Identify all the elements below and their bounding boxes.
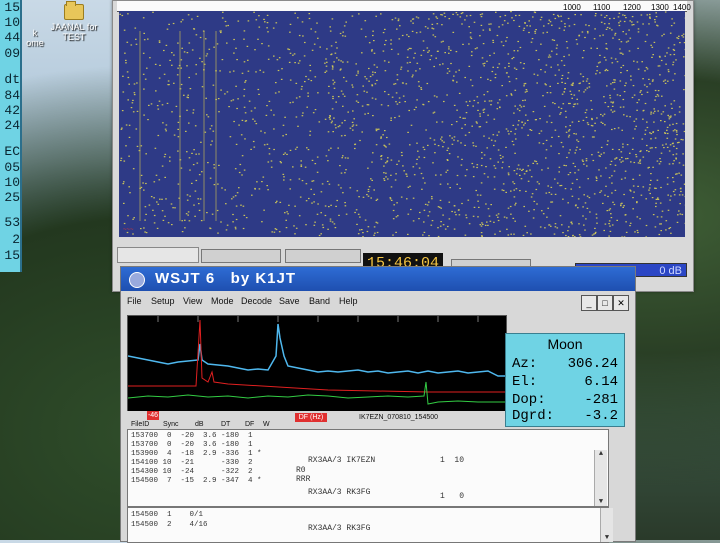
- left-window-value: 05: [0, 160, 20, 175]
- maximize-button[interactable]: □: [597, 295, 613, 311]
- menu-file[interactable]: File: [127, 296, 142, 306]
- desktop-icon-folder[interactable]: JAANAL for TEST: [50, 4, 98, 42]
- menu-help[interactable]: Help: [339, 296, 358, 306]
- moon-key: El:: [512, 374, 537, 390]
- decode-row-message: RRR: [296, 475, 310, 484]
- title-bar[interactable]: WSJT 6 by K1JT: [121, 267, 635, 291]
- close-button[interactable]: ✕: [613, 295, 629, 311]
- brightness-slider[interactable]: [201, 249, 281, 263]
- decoded-text-panel[interactable]: 153700 0 -20 3.6 -180 1 153700 0 -20 3.6…: [127, 429, 609, 507]
- menu-bar: File Setup View Mode Decode Save Band He…: [121, 293, 635, 311]
- moon-value: 6.14: [584, 374, 618, 390]
- col-db: dB: [195, 421, 204, 428]
- spectrum-red-trace: [128, 320, 506, 392]
- spectrum-blue-trace: [128, 324, 506, 376]
- app-icon: [129, 272, 145, 288]
- left-partial-window: 15104409dt844224EC05102553215: [0, 0, 22, 272]
- desktop-icon-label-line: TEST: [50, 32, 98, 42]
- moon-title: Moon: [506, 336, 624, 352]
- desktop-icon-home[interactable]: k ome: [20, 6, 50, 48]
- wsjt-main-window: WSJT 6 by K1JT File Setup View Mode Deco…: [120, 266, 636, 542]
- contrast-slider[interactable]: [285, 249, 361, 263]
- decode-scrollbar[interactable]: ▲ ▼: [594, 450, 607, 506]
- decode-row-message: RX3AA/3 IK7EZN: [308, 456, 375, 465]
- menu-decode[interactable]: Decode: [241, 296, 272, 306]
- left-window-value: 10: [0, 175, 20, 190]
- menu-setup[interactable]: Setup: [151, 296, 175, 306]
- moon-panel: Moon Az: 306.24 El: 6.14 Dop: -281 Dgrd:…: [505, 333, 625, 427]
- scroll-down-icon[interactable]: ▼: [601, 534, 613, 542]
- folder-icon: [64, 4, 84, 20]
- waterfall-display[interactable]: [119, 11, 685, 237]
- waterfall-marker: ~~~: [123, 227, 134, 233]
- desktop-icon-label: k ome: [20, 28, 50, 48]
- avg-row-message: RX3AA/3 RK3FG: [308, 524, 370, 533]
- spectrum-green-trace: [128, 382, 506, 404]
- col-sync: Sync: [163, 421, 179, 428]
- col-fileid: FileID: [131, 421, 149, 428]
- spectrum-offset-label: -46: [147, 411, 159, 420]
- scroll-down-icon[interactable]: ▼: [595, 498, 607, 506]
- average-scrollbar[interactable]: ▼: [600, 508, 613, 542]
- waterfall-noise: [119, 11, 685, 237]
- desktop-icon-label-line: JAANAL for: [50, 22, 98, 32]
- spectrum-plot: [128, 316, 506, 412]
- avg-row-text: 154500 1 0/1: [131, 511, 203, 520]
- decode-row-message: RX3AA/3 RK3FG: [308, 488, 370, 497]
- desktop-icon-label-line: k: [20, 28, 50, 38]
- col-df: DF: [245, 421, 254, 428]
- left-window-value: 10: [0, 15, 20, 30]
- left-window-value: 84: [0, 88, 20, 103]
- col-w: W: [263, 421, 270, 428]
- spectrum-display[interactable]: [127, 315, 507, 413]
- left-window-value: 15: [0, 0, 20, 15]
- decode-row-text: 153700 0 -20 3.6 -180 1: [131, 441, 253, 450]
- left-window-value: 25: [0, 190, 20, 205]
- window-title: WSJT 6 by K1JT: [155, 270, 296, 287]
- waterfall-window: 1000 1100 1200 1300 1400 ~~~ 15:46:04 0 …: [112, 0, 694, 292]
- average-text-panel[interactable]: 154500 1 0/1 154500 2 4/16 RX3AA/3 RK3FG…: [127, 507, 609, 543]
- left-window-value: 09: [0, 46, 20, 61]
- menu-band[interactable]: Band: [309, 296, 330, 306]
- minimize-button[interactable]: _: [581, 295, 597, 311]
- scroll-up-icon[interactable]: ▲: [595, 450, 607, 458]
- moon-value: -281: [584, 392, 618, 408]
- decode-row-text: 154100 10 -21 -330 2: [131, 459, 253, 468]
- decode-row-text: 153900 4 -18 2.9 -336 1 *: [131, 450, 262, 459]
- decode-row-extra: 1 10: [440, 456, 464, 465]
- left-window-value: EC: [0, 144, 20, 159]
- spectrum-footer: -46 DF (Hz) IK7EZN_070810_154500: [127, 411, 505, 421]
- avg-row-text: 154500 2 4/16: [131, 521, 208, 530]
- left-window-value: 53: [0, 215, 20, 230]
- left-window-value: 2: [0, 232, 20, 247]
- file-label: IK7EZN_070810_154500: [359, 414, 438, 421]
- moon-value: 306.24: [568, 356, 618, 372]
- decode-row-extra: 1 0: [440, 492, 464, 501]
- left-window-value: 15: [0, 248, 20, 263]
- left-window-value: dt: [0, 72, 20, 87]
- decode-row-text: 154500 7 -15 2.9 -347 4 *: [131, 477, 262, 486]
- decode-row-text: 154300 10 -24 -322 2: [131, 468, 253, 477]
- waterfall-field[interactable]: [117, 247, 199, 263]
- left-window-value: 44: [0, 30, 20, 45]
- desktop-icon-label-line: ome: [20, 38, 50, 48]
- col-dt: DT: [221, 421, 230, 428]
- decode-row-message: R0: [296, 466, 306, 475]
- decode-row-text: 153700 0 -20 3.6 -180 1: [131, 432, 253, 441]
- moon-key: Az:: [512, 356, 537, 372]
- menu-mode[interactable]: Mode: [211, 296, 234, 306]
- menu-view[interactable]: View: [183, 296, 202, 306]
- menu-save[interactable]: Save: [279, 296, 300, 306]
- left-window-value: 24: [0, 118, 20, 133]
- moon-key: Dgrd:: [512, 408, 554, 424]
- moon-key: Dop:: [512, 392, 546, 408]
- moon-value: -3.2: [584, 408, 618, 424]
- left-window-value: 42: [0, 103, 20, 118]
